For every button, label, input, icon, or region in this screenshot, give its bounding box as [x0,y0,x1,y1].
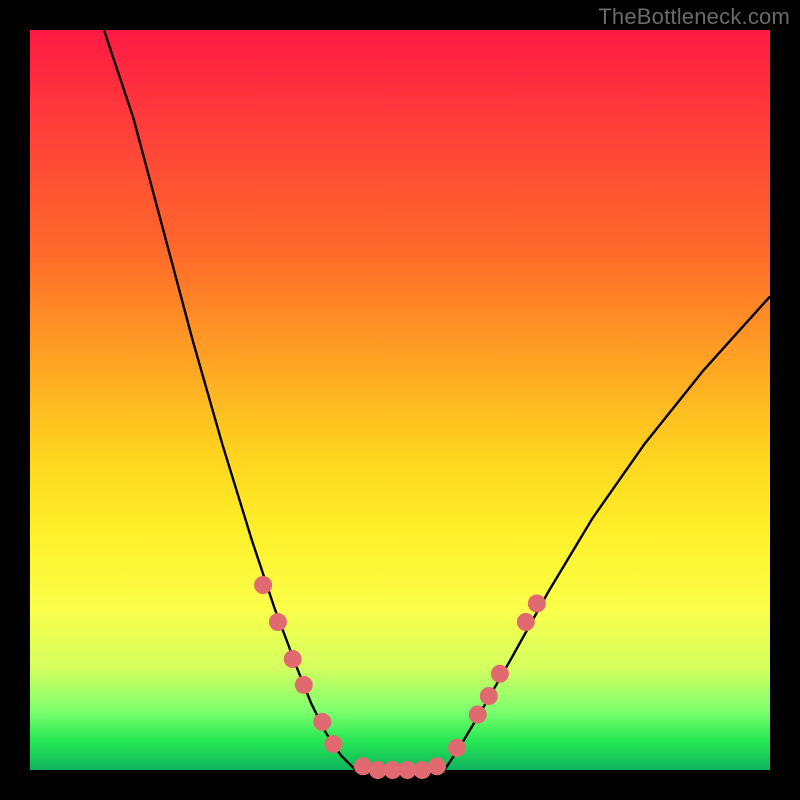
data-point [480,687,498,705]
watermark-text: TheBottleneck.com [598,4,790,30]
data-point [448,739,466,757]
data-point [528,595,546,613]
data-point [313,713,331,731]
marker-group [254,576,546,779]
data-point [428,757,446,775]
bottleneck-curve [104,30,770,770]
plot-area [30,30,770,770]
data-point [295,676,313,694]
data-point [324,735,342,753]
data-point [517,613,535,631]
data-point [254,576,272,594]
curve-group [104,30,770,770]
data-point [284,650,302,668]
chart-frame: TheBottleneck.com [0,0,800,800]
data-point [469,706,487,724]
data-point [269,613,287,631]
chart-svg [30,30,770,770]
data-point [491,665,509,683]
